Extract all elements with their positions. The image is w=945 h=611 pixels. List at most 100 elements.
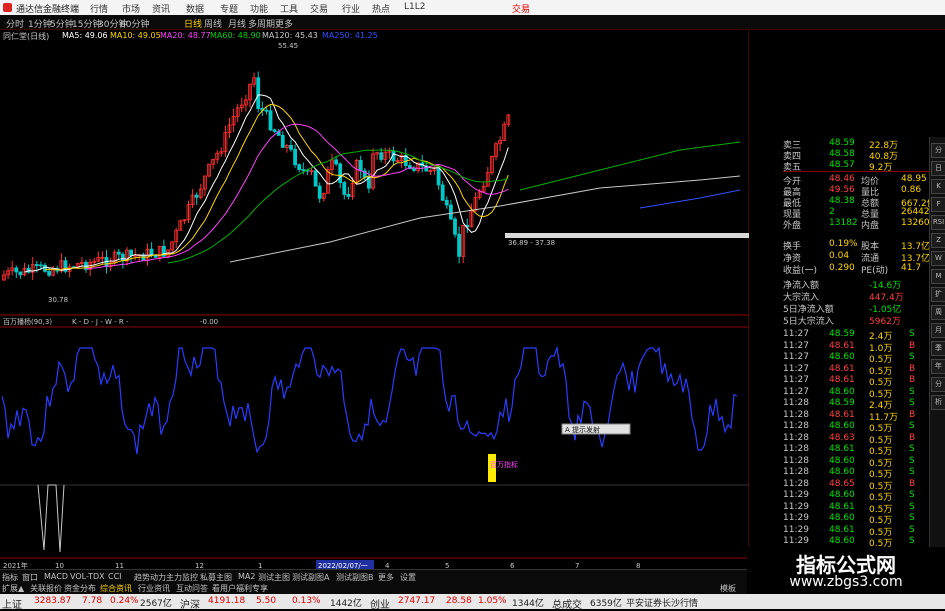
candle (412, 168, 416, 171)
orderbook-row: 卖四 48.58 40.8万 (749, 149, 929, 162)
tick-side: S (909, 421, 915, 431)
menu-5[interactable]: 功能 (250, 2, 268, 15)
stat2-row: 换手 0.19% 股本 13.7亿 (749, 239, 930, 252)
menu-4[interactable]: 专题 (220, 2, 238, 15)
tick-price: 48.60 (829, 467, 855, 477)
sub-tab-4[interactable]: 行业资讯 (138, 583, 170, 594)
period-8[interactable]: 月线 (228, 17, 246, 30)
tick-side: B (909, 363, 916, 374)
right-tool-6[interactable]: W (931, 251, 945, 266)
stat-label: 外盘 (783, 221, 802, 231)
tick-time: 11:27 (783, 340, 809, 351)
main-chart[interactable]: 46.0044.0042.0040.0038.0036.0034.0032.00… (0, 30, 749, 570)
stat-value: 0.19% (829, 239, 858, 249)
tick-price: 48.59 (829, 329, 855, 339)
sub-tab-0[interactable]: 扩展▲ (2, 583, 24, 594)
tick-time: 11:28 (783, 478, 809, 489)
trade-link[interactable]: 交易 (512, 2, 530, 15)
right-tool-9[interactable]: 周 (931, 305, 945, 320)
period-0[interactable]: 分时 (6, 17, 24, 30)
period-10[interactable]: 更多 (275, 17, 293, 30)
tick-price: 48.61 (829, 501, 855, 512)
sub-tab-2[interactable]: 资金分布 (64, 583, 96, 594)
right-tool-2[interactable]: K (931, 179, 945, 194)
menu-3[interactable]: 数据 (186, 2, 204, 15)
right-tool-1[interactable]: 日 (931, 161, 945, 176)
indicator-tab-8[interactable]: MA2 (238, 572, 255, 581)
candle (457, 233, 462, 257)
right-tool-13[interactable]: 分 (931, 377, 945, 392)
tick-row: 11:28 48.60 0.5万 S (749, 421, 929, 434)
tick-row: 11:29 48.60 0.5万 S (749, 513, 929, 526)
range-label: 36.89 - 37.38 (508, 239, 555, 247)
menu-2[interactable]: 资讯 (152, 2, 170, 15)
tick-row: 11:28 48.59 2.4万 S (749, 398, 929, 411)
candle (338, 163, 343, 183)
period-2[interactable]: 5分钟 (50, 17, 74, 30)
status-item-9: 1442亿 (330, 599, 362, 609)
tick-side: B (909, 432, 916, 443)
tick-row: 11:28 48.61 11.7万 B (749, 409, 929, 423)
period-1[interactable]: 1分钟 (28, 17, 52, 30)
indicator-tab-3[interactable]: VOL-TDX (70, 572, 105, 581)
tick-price: 48.61 (829, 340, 855, 351)
right-tool-14[interactable]: 析 (931, 395, 945, 410)
right-tool-7[interactable]: M (931, 269, 945, 284)
tick-time: 11:28 (783, 409, 809, 420)
period-7[interactable]: 周线 (204, 17, 222, 30)
indicator-tab-2[interactable]: MACD (44, 572, 68, 581)
menu-9[interactable]: 热点 (372, 2, 390, 15)
tick-row: 11:27 48.60 0.5万 S (749, 352, 929, 365)
tick-row: 11:29 48.60 0.5万 S (749, 490, 929, 503)
sub-tab-1[interactable]: 关联报价 (30, 583, 62, 594)
right-tool-8[interactable]: 扩 (931, 287, 945, 302)
period-6[interactable]: 日线 (184, 17, 202, 30)
low-label: 30.78 (48, 296, 68, 304)
right-tool-0[interactable]: 分 (931, 143, 945, 158)
candle (272, 129, 277, 132)
status-item-6: 4191.18 (208, 596, 246, 606)
candle (18, 271, 23, 276)
candle (453, 218, 457, 235)
sub-tab-3[interactable]: 综合资讯 (100, 583, 132, 594)
signal-marker: 百万指标 (490, 460, 518, 469)
right-tool-11[interactable]: 季 (931, 341, 945, 356)
status-item-3: 0.24% (110, 596, 139, 606)
menu-10[interactable]: L1L2 (404, 2, 425, 12)
period-9[interactable]: 多周期 (248, 17, 275, 30)
menu-1[interactable]: 市场 (122, 2, 140, 15)
candle (313, 170, 318, 187)
tick-side: S (909, 352, 915, 362)
sub-tab-5[interactable]: 互动问答 (176, 583, 208, 594)
tick-time: 11:27 (783, 329, 809, 339)
right-tool-10[interactable]: 月 (931, 323, 945, 338)
menu-8[interactable]: 行业 (342, 2, 360, 15)
right-tool-12[interactable]: 年 (931, 359, 945, 374)
status-item-7: 5.50 (256, 596, 277, 606)
tick-row: 11:27 48.61 0.5万 B (749, 375, 929, 388)
menu-6[interactable]: 工具 (280, 2, 298, 15)
indicator-tab-4[interactable]: CCI (108, 572, 122, 581)
indicator-name: 百万播杨(90,3) (3, 317, 52, 326)
period-5[interactable]: 60分钟 (120, 17, 149, 30)
right-tool-3[interactable]: F (931, 197, 945, 212)
tick-time: 11:29 (783, 513, 809, 523)
candle (47, 271, 51, 276)
right-tool-5[interactable]: Z (931, 233, 945, 248)
sub-tab-7[interactable]: 模板 (720, 583, 736, 594)
menu-7[interactable]: 交易 (310, 2, 328, 15)
quote-panel: 卖三 48.59 22.8万 卖四 48.58 40.8万 卖五 48.57 9.2万 今开 48.… (749, 137, 936, 549)
tick-row: 11:29 48.61 0.5万 S (749, 501, 929, 515)
candle (280, 134, 285, 148)
sub-tab-6[interactable]: 看用户福利专享 (212, 583, 268, 594)
tick-price: 48.61 (829, 524, 855, 535)
stat-value: 13260 (901, 218, 930, 228)
tick-side: S (909, 467, 915, 477)
menu-0[interactable]: 行情 (90, 2, 108, 15)
right-tool-4[interactable]: RSI (931, 215, 945, 230)
candle (297, 164, 302, 171)
ob-price: 48.57 (829, 160, 855, 170)
tick-row: 11:28 48.63 0.5万 B (749, 432, 929, 446)
status-item-2: 7.78 (82, 596, 103, 606)
stat-row: 外盘 13182 内盘 13260 (749, 218, 930, 231)
